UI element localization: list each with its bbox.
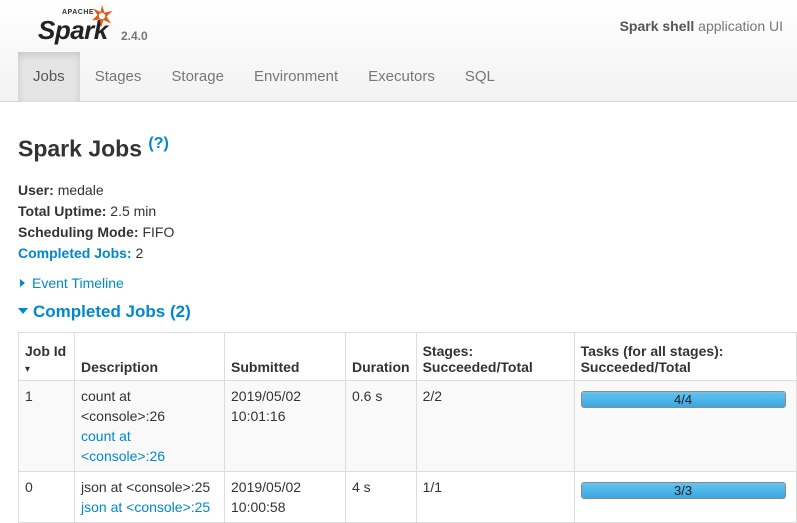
page-title: Spark Jobs (?) — [18, 135, 169, 163]
description-cell: json at <console>:25 json at <console>:2… — [74, 471, 225, 523]
job-summary: User: medale Total Uptime: 2.5 min Sched… — [18, 180, 174, 264]
completed-jobs-link[interactable]: Completed Jobs: — [18, 245, 132, 261]
col-stages-line2: Succeeded/Total — [422, 359, 533, 375]
spark-star-icon — [92, 5, 113, 28]
tasks-progress-bar: 3/3 — [580, 482, 786, 499]
col-description[interactable]: Description — [74, 332, 225, 381]
job-detail-link[interactable]: json at <console>:25 — [81, 499, 210, 515]
col-tasks[interactable]: Tasks (for all stages): Succeeded/Total — [573, 332, 797, 381]
completed-jobs-table: Job Id ▾ Description Submitted Duration S… — [18, 332, 797, 523]
tab-stages[interactable]: Stages — [80, 52, 157, 102]
event-timeline-toggle[interactable]: Event Timeline — [20, 275, 124, 291]
version-label: 2.4.0 — [121, 29, 148, 43]
tab-environment[interactable]: Environment — [239, 52, 353, 102]
completed-jobs-toggle[interactable]: Completed Jobs (2) — [18, 302, 191, 322]
tab-storage[interactable]: Storage — [156, 52, 239, 102]
stages-cell: 2/2 — [415, 380, 575, 472]
summary-user: User: medale — [18, 180, 174, 201]
col-job-id[interactable]: Job Id ▾ — [18, 332, 75, 381]
duration-cell: 4 s — [345, 471, 417, 523]
table-row: 1 count at <console>:26 count at <consol… — [18, 380, 797, 472]
event-timeline-label: Event Timeline — [32, 275, 124, 291]
stages-cell: 1/1 — [415, 471, 575, 523]
col-stages[interactable]: Stages: Succeeded/Total — [415, 332, 575, 381]
navbar: APACHE Spark 2.4.0 Spark shell applicati… — [0, 0, 797, 102]
nav-tabs: Jobs Stages Storage Environment Executor… — [18, 52, 510, 102]
uptime-label: Total Uptime: — [18, 203, 107, 219]
description-text: count at <console>:26 — [81, 388, 166, 424]
help-tooltip[interactable]: (?) — [148, 135, 168, 152]
submitted-date: 2019/05/02 — [231, 388, 302, 404]
app-title: Spark shell application UI — [620, 18, 783, 34]
tab-sql[interactable]: SQL — [450, 52, 510, 102]
completed-value: 2 — [135, 245, 144, 261]
triangle-right-icon — [20, 279, 25, 287]
mode-value: FIFO — [142, 224, 175, 240]
col-tasks-line2: Succeeded/Total — [580, 359, 691, 375]
col-stages-line1: Stages: — [422, 343, 474, 359]
user-value: medale — [57, 182, 104, 198]
table-row: 0 json at <console>:25 json at <console>… — [18, 471, 797, 523]
app-name: Spark shell — [619, 18, 695, 34]
job-id-cell: 0 — [18, 471, 75, 523]
submitted-time: 10:01:16 — [231, 408, 286, 424]
summary-uptime: Total Uptime: 2.5 min — [18, 201, 174, 222]
tab-jobs[interactable]: Jobs — [18, 52, 80, 102]
tab-executors[interactable]: Executors — [353, 52, 450, 102]
user-label: User: — [18, 182, 54, 198]
job-detail-link[interactable]: count at <console>:26 — [81, 428, 165, 464]
progress-label: 3/3 — [674, 483, 693, 498]
submitted-date: 2019/05/02 — [231, 479, 302, 495]
triangle-down-icon — [18, 308, 28, 314]
uptime-value: 2.5 min — [110, 203, 157, 219]
col-tasks-line1: Tasks (for all stages): — [580, 343, 724, 359]
page-title-text: Spark Jobs — [18, 135, 142, 162]
job-id-cell: 1 — [18, 380, 75, 472]
sort-desc-icon: ▾ — [25, 364, 31, 375]
help-link[interactable]: ? — [154, 135, 164, 152]
tasks-progress-bar: 4/4 — [580, 391, 786, 408]
help-close-paren: ) — [163, 135, 169, 152]
col-submitted[interactable]: Submitted — [224, 332, 346, 381]
col-duration[interactable]: Duration — [345, 332, 417, 381]
table-header-row: Job Id ▾ Description Submitted Duration S… — [18, 332, 797, 381]
submitted-cell: 2019/05/02 10:00:58 — [224, 471, 346, 523]
tasks-cell: 3/3 — [573, 471, 797, 523]
duration-cell: 0.6 s — [345, 380, 417, 472]
app-suffix: application UI — [694, 18, 783, 34]
submitted-cell: 2019/05/02 10:01:16 — [224, 380, 346, 472]
submitted-time: 10:00:58 — [231, 499, 286, 515]
completed-jobs-heading: Completed Jobs (2) — [33, 302, 191, 321]
col-job-id-label: Job Id — [25, 343, 67, 359]
summary-completed: Completed Jobs: 2 — [18, 243, 174, 264]
progress-label: 4/4 — [674, 392, 693, 407]
summary-mode: Scheduling Mode: FIFO — [18, 222, 174, 243]
mode-label: Scheduling Mode: — [18, 224, 139, 240]
description-text: json at <console>:25 — [81, 479, 211, 495]
tasks-cell: 4/4 — [573, 380, 797, 472]
description-cell: count at <console>:26 count at <console>… — [74, 380, 225, 472]
